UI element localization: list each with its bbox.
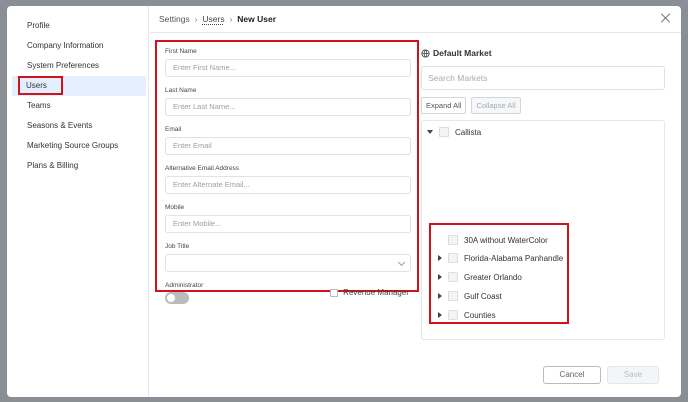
tree-node-label: Callista	[455, 127, 482, 137]
mobile-label: Mobile	[165, 204, 185, 211]
alt-email-label: Alternative Email Address	[165, 165, 240, 172]
breadcrumb-users[interactable]: Users	[202, 14, 224, 24]
market-tree: Callista 30A without WaterColor Florida-…	[421, 120, 665, 340]
sidebar-item-users[interactable]: Users	[12, 76, 146, 96]
settings-sidebar: Profile Company Information System Prefe…	[7, 6, 149, 397]
sidebar-item-marketing-source-groups[interactable]: Marketing Source Groups	[12, 136, 146, 156]
job-title-select[interactable]	[165, 254, 411, 272]
sidebar-item-company-information[interactable]: Company Information	[12, 36, 146, 56]
save-button[interactable]: Save	[607, 366, 659, 384]
user-form: First Name Enter First Name... Last Name…	[155, 40, 419, 304]
chevron-down-icon	[397, 258, 406, 267]
breadcrumb-current: New User	[237, 14, 277, 24]
new-user-modal: Profile Company Information System Prefe…	[7, 6, 681, 397]
email-input[interactable]: Enter Email	[165, 137, 411, 155]
revenue-manager-label: Revenue Manager	[343, 288, 409, 297]
tree-checkbox[interactable]	[448, 235, 458, 245]
chevron-right-icon: ›	[194, 14, 198, 24]
sidebar-item-seasons-events[interactable]: Seasons & Events	[12, 116, 146, 136]
first-name-label: First Name	[165, 48, 197, 55]
breadcrumb: Settings › Users › New User	[159, 14, 276, 24]
tree-node-child[interactable]: Greater Orlando	[438, 272, 522, 282]
sidebar-item-users-label: Users	[18, 76, 63, 95]
tree-checkbox[interactable]	[448, 291, 458, 301]
last-name-label: Last Name	[165, 87, 197, 94]
tree-node-label: Gulf Coast	[464, 291, 502, 301]
caret-right-icon[interactable]	[438, 274, 442, 280]
last-name-input[interactable]: Enter Last Name...	[165, 98, 411, 116]
default-market-title: Default Market	[433, 48, 492, 58]
tree-node-root[interactable]: Callista	[427, 127, 481, 137]
job-title-label: Job Title	[165, 243, 190, 250]
chevron-right-icon: ›	[229, 14, 233, 24]
first-name-input[interactable]: Enter First Name...	[165, 59, 411, 77]
tree-node-child[interactable]: Counties	[438, 310, 496, 320]
tree-node-label: Greater Orlando	[464, 272, 522, 282]
tree-node-label: 30A without WaterColor	[464, 235, 548, 245]
tree-node-label: Counties	[464, 310, 496, 320]
expand-all-button[interactable]: Expand All	[421, 97, 467, 114]
caret-down-icon[interactable]	[427, 130, 433, 134]
tree-checkbox[interactable]	[448, 272, 458, 282]
administrator-toggle[interactable]	[165, 292, 189, 304]
tree-checkbox[interactable]	[439, 127, 449, 137]
tree-checkbox[interactable]	[448, 310, 458, 320]
alt-email-input[interactable]: Enter Alternate Email...	[165, 176, 411, 194]
email-label: Email	[165, 126, 182, 133]
tree-node-child[interactable]: Gulf Coast	[438, 291, 502, 301]
revenue-manager-checkbox[interactable]	[330, 288, 339, 297]
mobile-input[interactable]: Enter Mobile...	[165, 215, 411, 233]
default-market-heading: Default Market	[421, 46, 665, 60]
tree-node-label: Florida-Alabama Panhandle	[464, 253, 564, 263]
sidebar-item-profile[interactable]: Profile	[12, 16, 146, 36]
sidebar-item-plans-billing[interactable]: Plans & Billing	[12, 156, 146, 176]
caret-right-icon[interactable]	[438, 293, 442, 299]
caret-right-icon[interactable]	[438, 255, 442, 261]
cancel-button[interactable]: Cancel	[543, 366, 601, 384]
tree-checkbox[interactable]	[448, 253, 458, 263]
breadcrumb-settings[interactable]: Settings	[159, 14, 190, 24]
default-market-panel: Default Market Search Markets Expand All…	[421, 46, 665, 340]
tree-node-child[interactable]: 30A without WaterColor	[438, 235, 548, 245]
collapse-all-button[interactable]: Collapse All	[471, 97, 521, 114]
caret-right-icon[interactable]	[438, 312, 442, 318]
sidebar-item-teams[interactable]: Teams	[12, 96, 146, 116]
close-icon[interactable]	[661, 13, 671, 23]
modal-header: Settings › Users › New User	[150, 6, 681, 33]
market-search-input[interactable]: Search Markets	[421, 66, 665, 90]
market-globe-icon	[421, 48, 430, 58]
sidebar-item-system-preferences[interactable]: System Preferences	[12, 56, 146, 76]
tree-node-child[interactable]: Florida-Alabama Panhandle	[438, 253, 563, 263]
revenue-manager-option[interactable]: Revenue Manager	[330, 288, 409, 297]
